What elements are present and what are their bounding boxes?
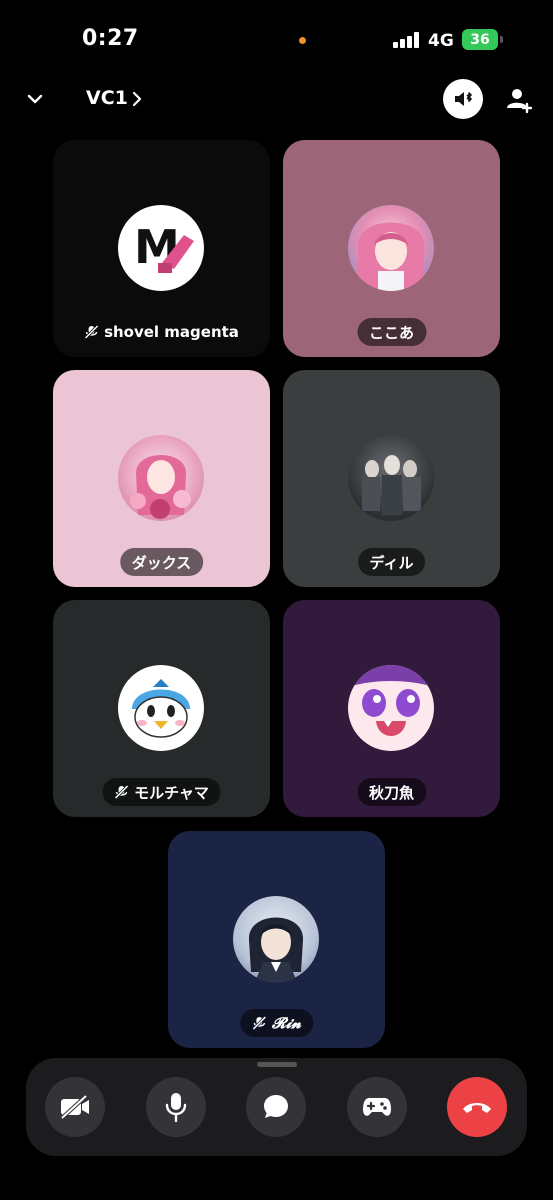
avatar (233, 896, 319, 982)
microphone-icon (165, 1093, 187, 1122)
speaker-bluetooth-icon (455, 92, 472, 106)
participant-tile[interactable]: モルチャマ (53, 600, 270, 817)
anime-avatar-image (130, 455, 191, 519)
audio-output-button[interactable] (443, 79, 483, 119)
avatar (348, 435, 434, 521)
shovel-logo-icon: M (134, 220, 194, 274)
avatar (118, 665, 204, 751)
activities-button[interactable] (347, 1077, 407, 1137)
network-type: 4G (428, 31, 454, 51)
anime-avatar-image (348, 665, 434, 736)
cellular-signal-icon (393, 32, 419, 48)
camera-toggle-button[interactable] (45, 1077, 105, 1137)
participant-name: ここあ (368, 323, 415, 342)
privacy-indicator-dot (299, 37, 306, 44)
participant-name: ディル (369, 553, 414, 572)
participant-name-label: ここあ (356, 318, 427, 346)
channel-title[interactable]: VC1 (86, 87, 128, 109)
participant-tile[interactable]: 𝓡𝓲𝓷 (168, 831, 385, 1048)
avatar (348, 205, 434, 291)
participant-tile[interactable]: 秋刀魚 (283, 600, 500, 817)
participant-tile[interactable]: M shovel magenta (53, 140, 270, 357)
participant-name-label: 秋刀魚 (356, 778, 427, 806)
muted-mic-icon (84, 325, 99, 339)
avatar (118, 435, 204, 521)
participant-tile[interactable]: ダックス (53, 370, 270, 587)
participant-tile[interactable]: ディル (283, 370, 500, 587)
anime-avatar-image (358, 222, 424, 291)
participant-name-label: shovel magenta (72, 318, 251, 346)
drawer-handle[interactable] (257, 1062, 297, 1067)
battery-level: 36 (470, 31, 490, 48)
participant-tile[interactable]: ここあ (283, 140, 500, 357)
leave-call-button[interactable] (447, 1077, 507, 1137)
anime-avatar-image (248, 917, 304, 982)
status-bar: 0:27 4G 36 (0, 0, 553, 80)
call-controls-bar (26, 1058, 527, 1156)
participant-name: 𝓡𝓲𝓷 (271, 1014, 302, 1032)
participant-name: 秋刀魚 (368, 783, 415, 802)
add-person-icon[interactable] (505, 86, 533, 114)
participant-name: ダックス (131, 553, 192, 572)
battery-icon: 36 (462, 29, 503, 50)
anime-avatar-image (362, 455, 421, 515)
avatar (348, 665, 434, 751)
participant-name-label: ダックス (119, 548, 204, 576)
call-header: VC1 (0, 72, 553, 128)
participant-name: モルチャマ (134, 783, 209, 802)
penguin-avatar-icon (132, 679, 190, 738)
muted-mic-icon (114, 785, 129, 799)
chevron-right-icon[interactable] (131, 91, 143, 107)
chat-button[interactable] (246, 1077, 306, 1137)
status-time: 0:27 (82, 26, 139, 51)
microphone-button[interactable] (146, 1077, 206, 1137)
participant-name-label: ディル (357, 548, 426, 576)
avatar: M (118, 205, 204, 291)
chat-bubble-icon (264, 1095, 288, 1118)
participant-name-label: モルチャマ (102, 778, 221, 806)
camera-off-icon (60, 1094, 89, 1120)
muted-mic-icon (251, 1016, 266, 1030)
chevron-down-icon[interactable] (26, 90, 44, 108)
participant-name-label: 𝓡𝓲𝓷 (239, 1009, 314, 1037)
participant-name: shovel magenta (104, 323, 239, 341)
gamepad-icon (363, 1098, 391, 1116)
phone-hangup-icon (463, 1103, 491, 1113)
